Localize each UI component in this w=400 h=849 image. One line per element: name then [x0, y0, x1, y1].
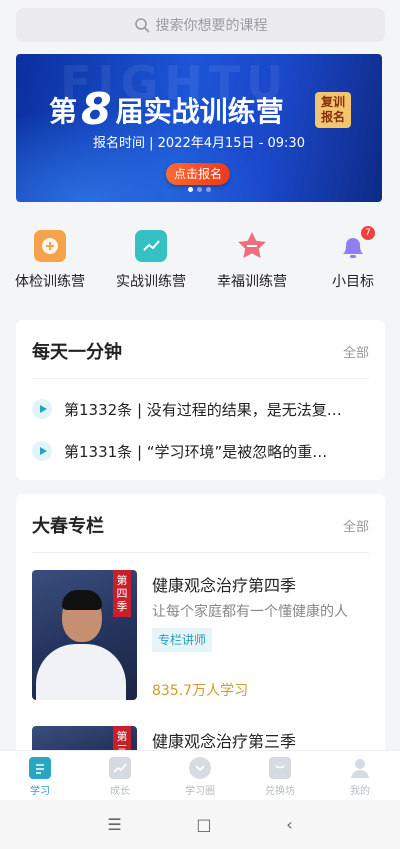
gift-box-icon: [269, 757, 291, 779]
pagination-dot: [196, 187, 202, 192]
tab-label: 成长: [110, 786, 130, 797]
column-card: 大春专栏 全部 第四季 健康观念治疗第四季 让每个家庭都有一个懂健康的人 专栏讲…: [16, 494, 385, 764]
tab-mine[interactable]: 我的: [320, 751, 400, 800]
banner-title: 第 8 届实战训练营: [49, 88, 284, 132]
daily-minute-card: 每天一分钟 全部 第1332条 | 没有过程的结果，是无法复… 第1331条 |…: [16, 320, 385, 480]
season-tag: 第四季: [113, 570, 131, 617]
card-header: 每天一分钟 全部: [32, 338, 369, 364]
quick-item-small-goal[interactable]: 7 小目标: [305, 226, 400, 291]
star-icon: [236, 230, 268, 262]
chevron-down-circle-icon: [189, 757, 211, 779]
tab-study[interactable]: 学习: [0, 751, 80, 800]
tab-circle[interactable]: 学习圈: [160, 751, 240, 800]
quick-entries: 体检训练营 实战训练营 幸福训练营 7 小目标: [0, 226, 400, 294]
tab-label: 学习圈: [185, 786, 215, 797]
list-item[interactable]: 第1331条 | “学习环境”是被忽略的重…: [32, 440, 369, 462]
quick-item-label: 小目标: [332, 274, 374, 290]
banner-time: 报名时间 | 2022年4月15日 - 09:30: [93, 136, 305, 151]
card-header: 大春专栏 全部: [32, 512, 369, 538]
back-icon[interactable]: ‹: [286, 815, 292, 834]
list-item[interactable]: 第1332条 | 没有过程的结果，是无法复…: [32, 398, 369, 420]
play-icon: [32, 399, 52, 419]
pagination-dot: [205, 187, 211, 192]
menu-icon[interactable]: ☰: [107, 815, 121, 834]
quick-item-checkup-camp[interactable]: 体检训练营: [2, 230, 98, 291]
quick-item-label: 体检训练营: [15, 274, 85, 290]
cover-figure-body: [36, 644, 126, 700]
bottom-tab-bar: 学习 成长 学习圈 兑换坊 我的: [0, 750, 400, 800]
card-title: 大春专栏: [32, 516, 104, 537]
banner-badge: 复训 报名: [315, 92, 351, 128]
view-all-link[interactable]: 全部: [343, 516, 369, 535]
divider: [32, 378, 369, 379]
card-title: 每天一分钟: [32, 342, 122, 363]
banner-pagination: [16, 187, 382, 192]
system-navigation-bar: ☰ □ ‹: [0, 800, 400, 849]
search-placeholder: 搜索你想要的课程: [155, 18, 268, 34]
home-icon[interactable]: □: [196, 815, 211, 834]
course-title: 健康观念治疗第三季: [152, 732, 297, 751]
notification-badge: 7: [361, 226, 375, 240]
search-bar[interactable]: 搜索你想要的课程: [16, 8, 385, 42]
book-icon: [29, 757, 51, 779]
course-cover-image: 第四季: [32, 570, 137, 700]
divider: [32, 552, 369, 553]
trend-chart-icon: [135, 230, 167, 262]
quick-item-practice-camp[interactable]: 实战训练营: [103, 230, 199, 291]
banner-title-suffix: 届实战训练营: [115, 95, 284, 128]
tab-label: 我的: [350, 786, 370, 797]
list-item-title: 第1332条 | 没有过程的结果，是无法复…: [64, 400, 342, 419]
search-icon: [134, 18, 149, 33]
course-item[interactable]: 第四季 健康观念治疗第四季 让每个家庭都有一个懂健康的人 专栏讲师 835.7万…: [32, 570, 369, 700]
view-all-link[interactable]: 全部: [343, 342, 369, 361]
banner-badge-line2: 报名: [320, 110, 345, 124]
play-icon: [32, 441, 52, 461]
cover-figure-hair: [62, 590, 102, 610]
quick-item-label: 实战训练营: [116, 274, 186, 290]
quick-item-label: 幸福训练营: [217, 274, 287, 290]
tab-label: 兑换坊: [265, 786, 295, 797]
tab-label: 学习: [30, 786, 50, 797]
banner-title-number: 8: [81, 84, 112, 135]
growth-chart-icon: [109, 757, 131, 779]
banner-title-prefix: 第: [49, 95, 78, 128]
person-icon: [349, 757, 371, 779]
signup-button[interactable]: 点击报名: [166, 163, 230, 185]
pagination-dot: [187, 187, 193, 192]
course-title: 健康观念治疗第四季: [152, 576, 297, 595]
plus-icon: [34, 230, 66, 262]
list-item-title: 第1331条 | “学习环境”是被忽略的重…: [64, 442, 328, 461]
promo-banner[interactable]: FIGHTU 第 8 届实战训练营 复训 报名 报名时间 | 2022年4月15…: [16, 54, 382, 202]
bell-icon: 7: [337, 226, 375, 262]
quick-item-happiness-camp[interactable]: 幸福训练营: [204, 230, 300, 291]
tab-growth[interactable]: 成长: [80, 751, 160, 800]
course-subtitle: 让每个家庭都有一个懂健康的人: [152, 604, 348, 620]
banner-badge-line1: 复训: [320, 95, 345, 109]
learner-count: 835.7万人学习: [152, 683, 249, 699]
tab-exchange[interactable]: 兑换坊: [240, 751, 320, 800]
lecturer-chip: 专栏讲师: [152, 628, 213, 652]
